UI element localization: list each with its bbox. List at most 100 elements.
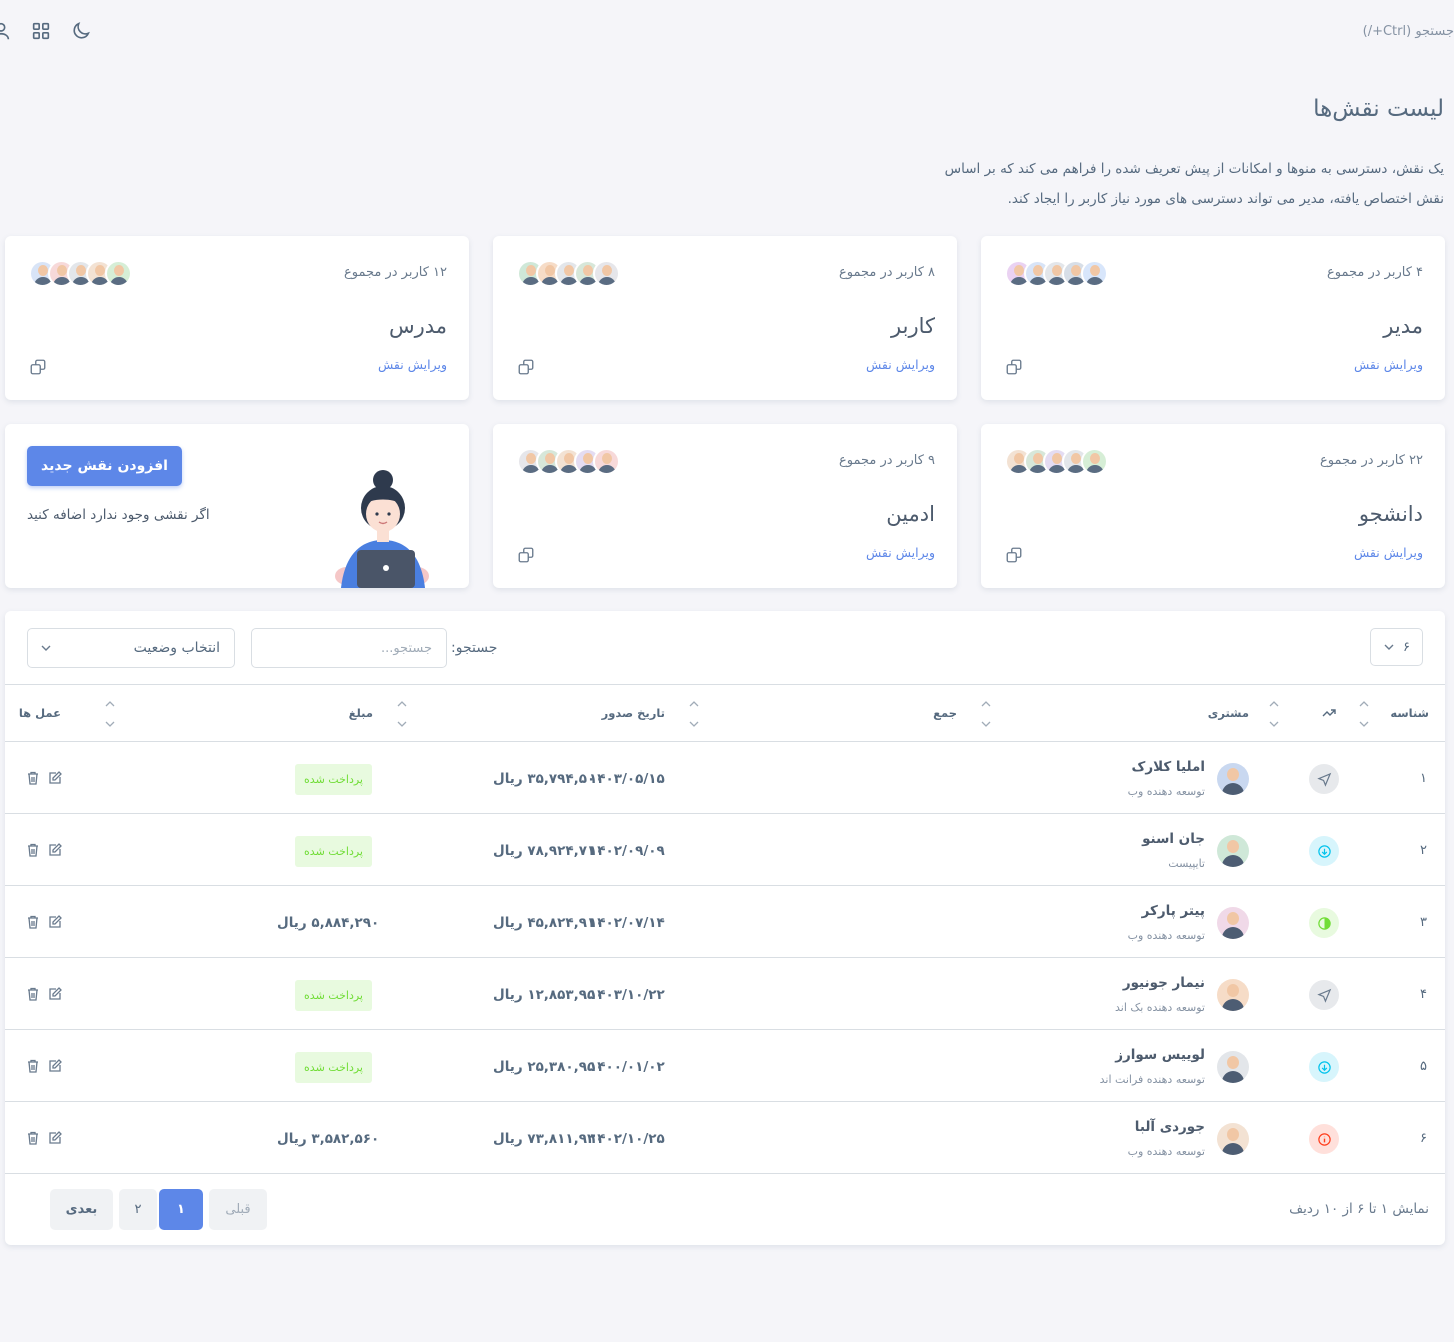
customer-name[interactable]: نیمار جونیور bbox=[1123, 975, 1205, 991]
header-total[interactable]: جمع bbox=[933, 706, 957, 720]
delete-icon[interactable] bbox=[25, 914, 41, 930]
role-user-count: ۴ کاربر در مجموع bbox=[1326, 265, 1423, 280]
avatar bbox=[1217, 1051, 1249, 1083]
edit-icon[interactable] bbox=[47, 914, 63, 930]
customer-name[interactable]: لوییس سوارز bbox=[1115, 1047, 1205, 1063]
page-description: یک نقش، دسترسی به منوها و امکانات از پیش… bbox=[944, 161, 1444, 207]
avatar-group bbox=[1005, 448, 1108, 475]
top-navbar: جستجو (Ctrl+/) bbox=[0, 0, 1454, 64]
copy-icon[interactable] bbox=[1005, 358, 1023, 376]
customer-name[interactable]: جوردی آلبا bbox=[1135, 1119, 1205, 1135]
copy-icon[interactable] bbox=[29, 358, 47, 376]
pagination-prev[interactable]: قبلی bbox=[209, 1189, 267, 1230]
row-actions bbox=[25, 914, 63, 930]
customer-role: توسعه دهنده وب bbox=[1127, 929, 1205, 942]
edit-role-link[interactable]: ویرایش نقش bbox=[1354, 545, 1423, 560]
info-icon bbox=[1309, 1124, 1339, 1154]
edit-icon[interactable] bbox=[47, 1130, 63, 1146]
chevron-down-icon bbox=[41, 645, 51, 651]
add-new-role-button[interactable]: افزودن نقش جدید bbox=[27, 446, 182, 486]
row-actions bbox=[25, 770, 63, 786]
edit-icon[interactable] bbox=[47, 1058, 63, 1074]
row-date: ۱۴۰۰/۰۱/۰۲ bbox=[589, 1059, 665, 1075]
table-row: ۱ املیا کلارک توسعه دهنده وب ۳۵,۷۹۴,۵۰۰ … bbox=[5, 742, 1445, 814]
status-select[interactable]: انتخاب وضعیت bbox=[27, 628, 235, 668]
send-icon bbox=[1309, 980, 1339, 1010]
page-length-select[interactable]: ۶ bbox=[1370, 628, 1423, 666]
customer-role: توسعه دهنده وب bbox=[1127, 1145, 1205, 1158]
avatar[interactable] bbox=[1081, 448, 1108, 475]
header-amount[interactable]: مبلغ bbox=[349, 706, 373, 720]
edit-icon[interactable] bbox=[47, 842, 63, 858]
row-total: ۷۸,۹۲۴,۷۱۰ ریال bbox=[493, 843, 604, 859]
page-length-value: ۶ bbox=[1403, 639, 1410, 655]
search-label: جستجو: bbox=[451, 640, 498, 656]
pagination-page-1[interactable]: ۱ bbox=[159, 1189, 203, 1230]
delete-icon[interactable] bbox=[25, 770, 41, 786]
row-id: ۵ bbox=[1420, 1059, 1427, 1074]
avatar[interactable] bbox=[593, 260, 620, 287]
edit-role-link[interactable]: ویرایش نقش bbox=[378, 357, 447, 372]
header-customer[interactable]: مشتری bbox=[1208, 706, 1249, 720]
edit-role-link[interactable]: ویرایش نقش bbox=[866, 357, 935, 372]
edit-icon[interactable] bbox=[47, 986, 63, 1002]
grid-icon[interactable] bbox=[30, 20, 52, 42]
header-issue-date[interactable]: تاریخ صدور bbox=[602, 706, 665, 720]
role-name: کاربر bbox=[891, 314, 935, 338]
role-card-student: ۲۲ کاربر در مجموع دانشجو ویرایش نقش bbox=[981, 424, 1445, 588]
avatar-group bbox=[1005, 260, 1108, 287]
row-total: ۳۵,۷۹۴,۵۰۰ ریال bbox=[493, 771, 604, 787]
moon-icon[interactable] bbox=[70, 20, 92, 42]
avatar[interactable] bbox=[1081, 260, 1108, 287]
sort-icon[interactable] bbox=[397, 697, 407, 731]
row-actions bbox=[25, 1130, 63, 1146]
avatar[interactable] bbox=[593, 448, 620, 475]
user-icon[interactable] bbox=[0, 20, 12, 42]
table-row: ۲ جان اسنو تایپیست ۷۸,۹۲۴,۷۱۰ ریال ۱۴۰۲/… bbox=[5, 814, 1445, 886]
edit-role-link[interactable]: ویرایش نقش bbox=[1354, 357, 1423, 372]
table-search-input[interactable] bbox=[251, 628, 447, 668]
sort-icon[interactable] bbox=[981, 697, 991, 731]
edit-role-link[interactable]: ویرایش نقش bbox=[866, 545, 935, 560]
search-hint[interactable]: جستجو (Ctrl+/) bbox=[1363, 24, 1454, 39]
sort-icon[interactable] bbox=[1269, 697, 1279, 731]
row-date: ۱۴۰۲/۰۷/۱۴ bbox=[589, 915, 665, 931]
role-name: مدیر bbox=[1383, 314, 1423, 338]
row-date: ۱۴۰۲/۱۰/۲۵ bbox=[589, 1131, 665, 1147]
copy-icon[interactable] bbox=[517, 358, 535, 376]
row-date: ۱۴۰۲/۰۹/۰۹ bbox=[589, 843, 665, 859]
table-header: شناسه مشتری جمع تاریخ صدور مبلغ عمل ها bbox=[5, 684, 1445, 742]
nav-icons bbox=[0, 20, 92, 42]
customer-name[interactable]: املیا کلارک bbox=[1132, 759, 1205, 775]
table-footer-info: نمایش ۱ تا ۶ از ۱۰ ردیف bbox=[1289, 1201, 1429, 1217]
customer-name[interactable]: پیتر پارکر bbox=[1142, 903, 1205, 919]
delete-icon[interactable] bbox=[25, 1130, 41, 1146]
avatar-group bbox=[517, 448, 620, 475]
status-select-label: انتخاب وضعیت bbox=[133, 640, 220, 656]
edit-icon[interactable] bbox=[47, 770, 63, 786]
sort-icon[interactable] bbox=[105, 697, 115, 731]
avatar[interactable] bbox=[105, 260, 132, 287]
delete-icon[interactable] bbox=[25, 986, 41, 1002]
customer-name[interactable]: جان اسنو bbox=[1142, 831, 1205, 847]
sort-icon[interactable] bbox=[1359, 697, 1369, 731]
header-id[interactable]: شناسه bbox=[1390, 706, 1429, 720]
avatar bbox=[1217, 835, 1249, 867]
chevron-down-icon bbox=[1384, 644, 1394, 650]
delete-icon[interactable] bbox=[25, 1058, 41, 1074]
row-id: ۱ bbox=[1420, 771, 1427, 786]
pagination-next[interactable]: بعدی bbox=[50, 1189, 113, 1230]
sort-icon[interactable] bbox=[689, 697, 699, 731]
customer-role: توسعه دهنده فرانت اند bbox=[1099, 1073, 1205, 1086]
delete-icon[interactable] bbox=[25, 842, 41, 858]
row-amount: ۵,۸۸۴,۲۹۰ ریال bbox=[277, 915, 380, 931]
avatar bbox=[1217, 1123, 1249, 1155]
pagination-page-2[interactable]: ۲ bbox=[119, 1189, 157, 1230]
copy-icon[interactable] bbox=[1005, 546, 1023, 564]
row-total: ۷۳,۸۱۱,۹۳۰ ریال bbox=[493, 1131, 604, 1147]
customer-role: تایپیست bbox=[1168, 857, 1205, 870]
row-amount: ۳,۵۸۲,۵۶۰ ریال bbox=[277, 1131, 380, 1147]
arrow-down-circle-icon bbox=[1309, 836, 1339, 866]
copy-icon[interactable] bbox=[517, 546, 535, 564]
role-card-user: ۸ کاربر در مجموع کاربر ویرایش نقش bbox=[493, 236, 957, 400]
